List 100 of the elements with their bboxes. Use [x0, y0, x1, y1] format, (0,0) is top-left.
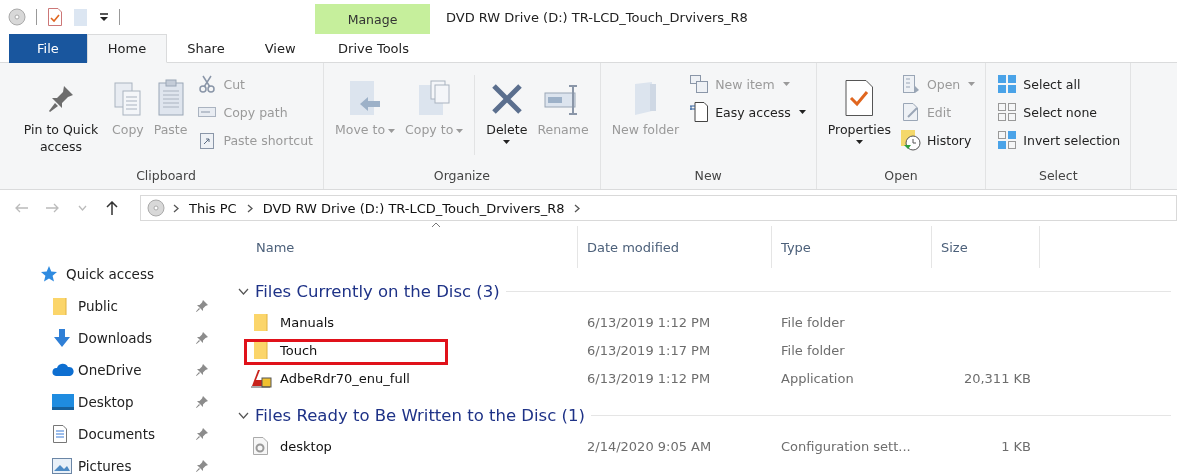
group-header[interactable]: Files Currently on the Disc (3) [238, 274, 1177, 308]
group-label: New [693, 167, 723, 185]
file-name[interactable]: AdbeRdr70_enu_full [280, 370, 410, 386]
table-cell-text: 1 KB [1000, 438, 1032, 454]
table-cell-text: 6/13/2019 1:12 PM [586, 370, 712, 386]
ribbon-button[interactable]: Select none [994, 99, 1123, 125]
pin-icon[interactable] [196, 364, 208, 376]
ribbon-tab[interactable]: Home [86, 34, 168, 63]
sidebar-item[interactable]: Quick access [0, 258, 218, 290]
copy-path-icon [198, 106, 217, 118]
select-all-icon [997, 74, 1018, 94]
folder-icon [253, 340, 269, 360]
star-icon [40, 265, 58, 283]
properties-icon[interactable] [47, 7, 63, 27]
open-icon [901, 74, 920, 94]
group-label: Clipboard [135, 167, 197, 185]
forward-arrow-icon [45, 203, 59, 213]
sidebar-item[interactable]: Downloads [0, 322, 218, 354]
folder-icon [52, 296, 68, 316]
group-title: Files Ready to Be Written to the Disc (1) [255, 405, 585, 425]
ribbon-button[interactable]: Delete [483, 71, 531, 146]
file-name[interactable]: Touch [280, 342, 318, 358]
sidebar-item[interactable]: Pictures [0, 450, 218, 475]
pin-icon[interactable] [196, 332, 208, 344]
table-cell-text: 6/13/2019 1:17 PM [586, 342, 712, 358]
sidebar-item[interactable]: OneDrive [0, 354, 218, 386]
ribbon-button[interactable]: Pin to Quick access [17, 71, 105, 157]
ribbon-tab[interactable]: View [244, 34, 316, 63]
ribbon-button[interactable]: Select all [994, 71, 1123, 97]
folder-icon [253, 312, 269, 332]
caret-icon [388, 128, 396, 133]
download-arrow-icon [52, 328, 72, 348]
caret-icon [503, 140, 511, 144]
column-header[interactable]: Date modified [578, 226, 772, 268]
sidebar-item[interactable]: Public [0, 290, 218, 322]
chevron-icon [238, 287, 249, 295]
table-cell-text: 2/14/2020 9:05 AM [586, 438, 713, 454]
caret-icon [855, 140, 863, 144]
picture-icon [52, 458, 72, 474]
caret-icon [968, 82, 976, 86]
select-none-icon [997, 102, 1018, 122]
scissors-icon [199, 75, 216, 93]
caret-icon [782, 82, 790, 86]
column-header[interactable]: Name [238, 226, 578, 268]
group-label: Organize [432, 167, 491, 185]
pin-icon[interactable] [196, 428, 208, 440]
window-title: DVD RW Drive (D:) TR-LCD_Touch_Drvivers_R8 [445, 8, 748, 27]
application-icon [250, 368, 272, 388]
disc-icon [147, 199, 165, 217]
group-header[interactable]: Files Ready to Be Written to the Disc (1) [238, 398, 1177, 432]
pin-icon[interactable] [196, 396, 208, 408]
history-icon [899, 129, 922, 151]
document-icon [52, 424, 68, 444]
caret-icon [77, 205, 87, 211]
desktop-icon [52, 394, 74, 410]
sidebar-item[interactable]: Documents [0, 418, 218, 450]
table-cell-text: File folder [780, 342, 846, 358]
address-field[interactable]: This PC DVD RW Drive (D:) TR-LCD_Touch_Drvivers_R8 [140, 195, 1177, 221]
caret-icon [456, 128, 464, 133]
move-icon [348, 79, 383, 117]
column-header[interactable]: Size [932, 226, 1040, 268]
copy-icon [417, 79, 452, 117]
new-item-icon [689, 74, 710, 94]
table-cell-text: 20,311 KB [962, 370, 1032, 386]
column-header[interactable]: Type [772, 226, 932, 268]
ribbon-tab[interactable]: Drive Tools [315, 34, 432, 63]
ribbon-button[interactable]: Properties [824, 71, 894, 146]
copy-icon [112, 81, 143, 117]
table-cell-text: File folder [780, 314, 846, 330]
caret-icon [798, 110, 806, 114]
ribbon-tab[interactable]: File [9, 34, 87, 63]
file-name[interactable]: Manuals [280, 314, 334, 330]
up-button[interactable] [104, 198, 120, 218]
file-name[interactable]: desktop [280, 438, 332, 454]
pin-icon[interactable] [196, 300, 208, 312]
table-cell-text: Configuration sett... [780, 438, 912, 454]
invert-selection-icon [997, 130, 1018, 150]
ribbon-button[interactable]: Invert selection [994, 127, 1123, 153]
sidebar-item[interactable]: Desktop [0, 386, 218, 418]
clipboard-icon [156, 79, 185, 117]
back-arrow-icon [15, 203, 29, 213]
folder-icon [632, 81, 659, 117]
chevron-icon [574, 203, 581, 213]
pin-icon[interactable] [196, 460, 208, 472]
chevron-icon [173, 203, 179, 213]
disc-icon[interactable] [8, 8, 26, 26]
document-icon [689, 101, 710, 123]
group-label: Open [883, 167, 919, 185]
dropdown-icon[interactable] [99, 13, 109, 21]
settings-file-icon [252, 436, 270, 456]
breadcrumb[interactable]: DVD RW Drive (D:) TR-LCD_Touch_Drvivers_R8 [260, 200, 567, 216]
breadcrumb[interactable]: This PC [187, 200, 239, 216]
ribbon-tab[interactable]: Share [167, 34, 245, 63]
chevron-icon [238, 411, 249, 419]
sort-ascending-icon [431, 222, 441, 228]
ribbon-button[interactable]: History [897, 127, 978, 153]
ribbon-button[interactable]: Easy access [686, 99, 808, 125]
context-tab-header: Manage [315, 4, 430, 34]
up-arrow-icon [106, 201, 118, 215]
cloud-icon [52, 363, 74, 377]
